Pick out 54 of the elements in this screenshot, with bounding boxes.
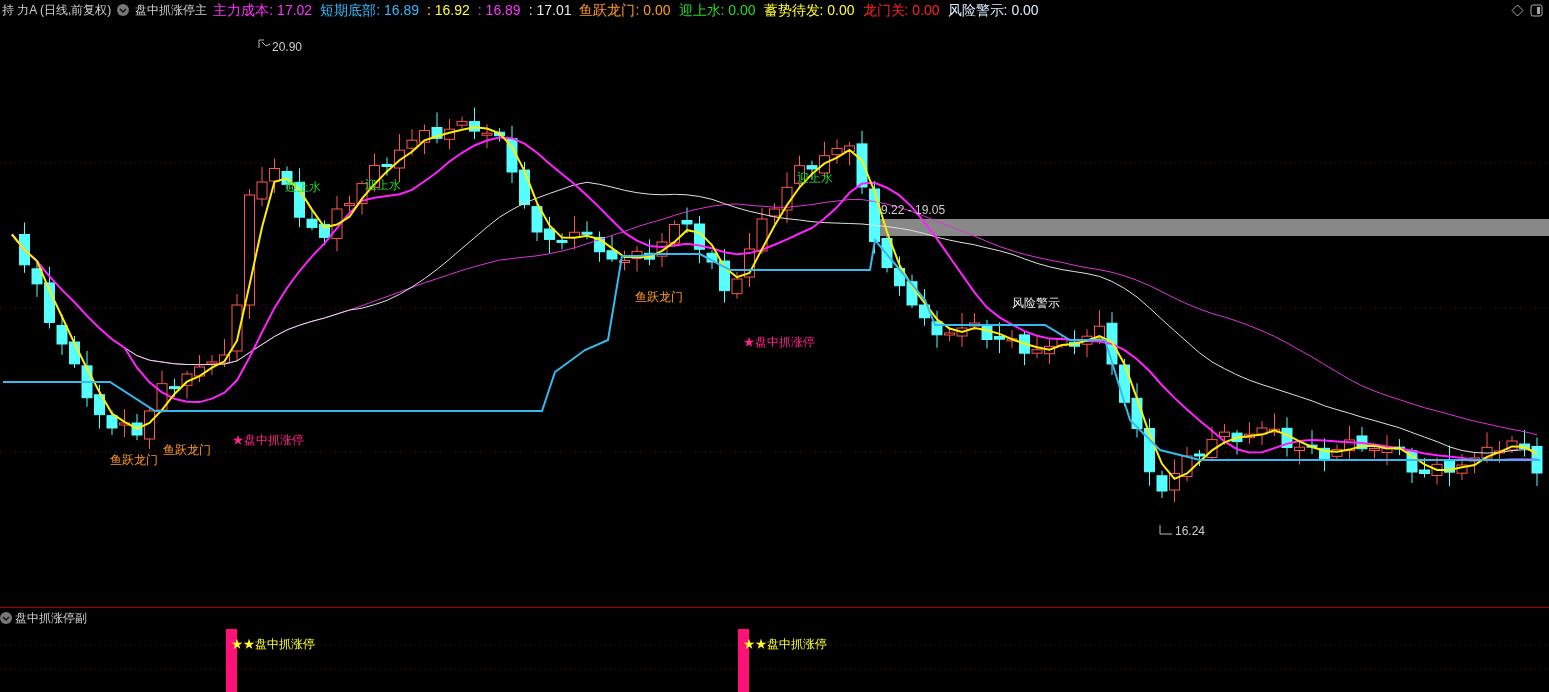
candlestick: [1306, 429, 1318, 455]
water-signal-label: 迎上水: [365, 178, 401, 192]
band-price-label: 9.22 - 19.05: [881, 203, 946, 217]
indicator-name[interactable]: 盘中抓涨停主: [135, 1, 208, 19]
stock-title: 持 力A (日线,前复权): [2, 2, 112, 19]
panel-toggle-icon[interactable]: [1530, 3, 1543, 17]
indicator-value: 风险警示: 0.00: [947, 0, 1039, 20]
indicator-value: 主力成本: 17.02: [213, 0, 313, 20]
candlestick: [431, 112, 443, 144]
dragon-signal-label: 鱼跃龙门: [635, 290, 683, 304]
indicator-value: : 16.89: [477, 0, 521, 20]
candlestick: [1244, 421, 1255, 445]
candlestick: [619, 250, 630, 271]
candlestick: [531, 203, 543, 242]
indicator-value: 短期底部: 16.89: [320, 0, 419, 20]
candlestick: [1081, 328, 1093, 358]
candlestick: [419, 124, 430, 155]
collapse-icon[interactable]: [117, 4, 130, 16]
limit-up-signal-label: ★盘中抓涨停: [743, 335, 815, 349]
indicator-value: : 17.01: [528, 0, 572, 20]
collapse-icon[interactable]: [0, 612, 12, 624]
candlestick: [906, 274, 918, 309]
candlestick: [631, 245, 643, 272]
limit-up-signal-label: ★盘中抓涨停: [232, 433, 304, 447]
candlestick: [831, 138, 843, 165]
candlestick: [206, 354, 218, 376]
candlestick: [19, 222, 30, 274]
indicator-value: : 16.92: [427, 0, 470, 20]
pointer-icon: [258, 39, 271, 49]
candlestick: [519, 161, 530, 210]
candlestick: [1256, 420, 1268, 446]
candlestick: [194, 354, 205, 383]
candlestick: [919, 288, 930, 327]
dragon-signal-label: 鱼跃龙门: [110, 453, 158, 467]
indicator-value: 龙门关: 0.00: [862, 0, 940, 20]
candlestick: [119, 408, 130, 438]
diamond-icon[interactable]: [1511, 3, 1524, 17]
low-price-label: 16.24: [1175, 524, 1206, 538]
candlestick: [644, 238, 655, 266]
indicator-value: 鱼跃龙门: 0.00: [579, 0, 671, 20]
indicator-value: 蓄势待发: 0.00: [763, 0, 855, 20]
candlestick: [894, 256, 905, 297]
pointer-icon: [1159, 524, 1173, 535]
candlestick: [1231, 429, 1243, 456]
candlestick: [1131, 382, 1143, 438]
dragon-signal-label: 鱼跃龙门: [163, 443, 211, 457]
high-price-label: 20.90: [272, 40, 303, 54]
candlestick: [606, 235, 618, 263]
candlestick: [656, 232, 668, 268]
candlestick: [669, 220, 680, 248]
indicator-value: 迎上水: 0.00: [678, 0, 756, 20]
sub-indicator-name[interactable]: 盘中抓涨停副: [15, 609, 87, 627]
candlestick: [1494, 440, 1505, 464]
risk-warning-label: 风险警示: [1012, 296, 1060, 310]
